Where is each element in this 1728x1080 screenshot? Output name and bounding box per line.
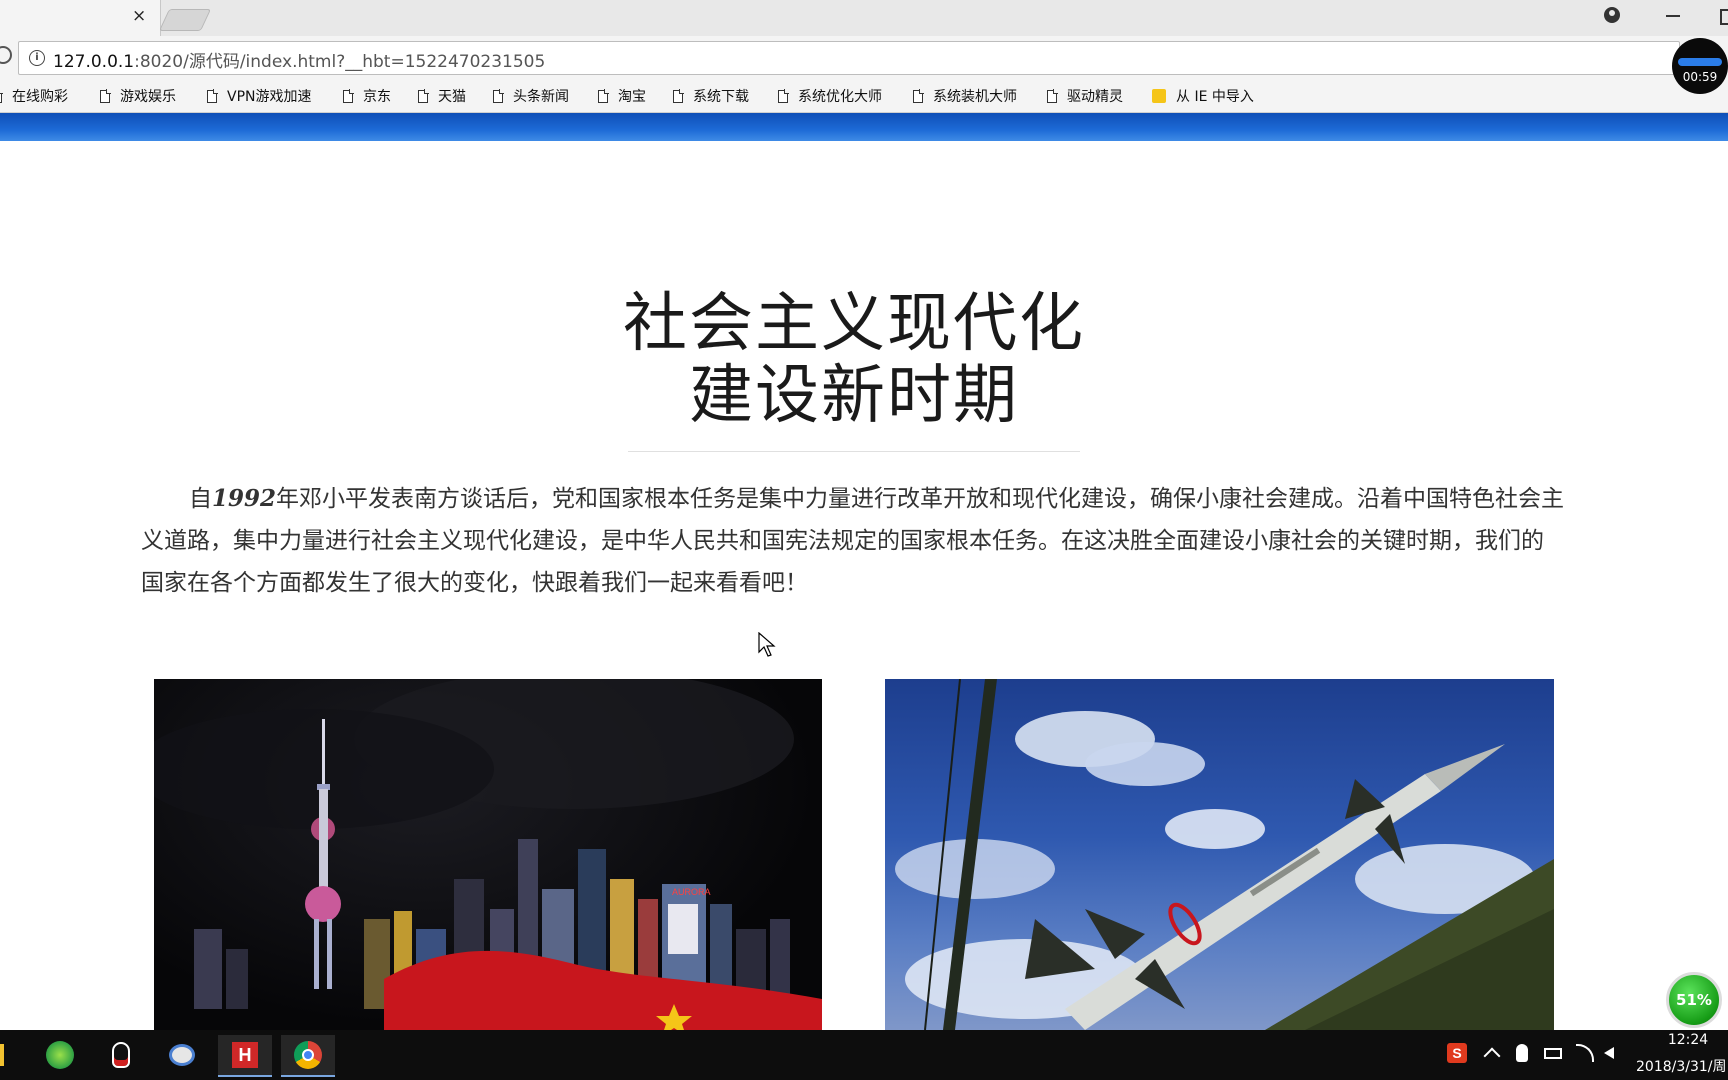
bookmark-item[interactable]: 京东 bbox=[343, 86, 391, 106]
page-icon bbox=[493, 88, 504, 103]
taskbar-clock-time[interactable]: 12:24 bbox=[1652, 1032, 1724, 1048]
battery-icon[interactable] bbox=[1544, 1048, 1562, 1059]
bookmark-item[interactable]: 系统装机大师 bbox=[913, 86, 1017, 106]
bookmark-label: 从 IE 中导入 bbox=[1176, 89, 1254, 105]
volume-icon[interactable] bbox=[1604, 1047, 1614, 1059]
intro-paragraph: 自1992年邓小平发表南方谈话后，党和国家根本任务是集中力量进行改革开放和现代化… bbox=[141, 478, 1566, 604]
tray-qq-icon[interactable] bbox=[1516, 1044, 1528, 1062]
speed-ball-widget[interactable]: 51% bbox=[1666, 972, 1722, 1028]
bookmark-label: 系统优化大师 bbox=[798, 89, 882, 105]
qq-penguin-icon bbox=[112, 1042, 130, 1068]
missile-illustration bbox=[895, 679, 1554, 1030]
address-bar[interactable]: i 127.0.0.1:8020/源代码/index.html?__hbt=15… bbox=[18, 41, 1680, 75]
browser-toolbar: i 127.0.0.1:8020/源代码/index.html?__hbt=15… bbox=[0, 36, 1728, 80]
title-divider bbox=[628, 451, 1080, 452]
page-icon bbox=[673, 88, 684, 103]
bookmarks-bar: 在线购彩 游戏娱乐 VPN游戏加速 京东 天猫 头条新闻 淘宝 系统下载 系统优… bbox=[0, 80, 1728, 113]
bookmark-item[interactable]: 淘宝 bbox=[598, 86, 646, 106]
taskbar-paint[interactable] bbox=[155, 1035, 209, 1077]
taskbar-explorer[interactable] bbox=[0, 1035, 24, 1077]
bookmark-label: 天猫 bbox=[438, 89, 466, 105]
reload-icon[interactable] bbox=[0, 46, 12, 64]
bookmark-label: 驱动精灵 bbox=[1067, 89, 1123, 105]
taskbar-clock-date[interactable]: 2018/3/31/周 bbox=[1636, 1056, 1728, 1076]
taskbar-qq[interactable] bbox=[94, 1035, 148, 1077]
page-icon bbox=[778, 88, 789, 103]
header-banner bbox=[0, 113, 1728, 141]
bookmark-item[interactable]: 在线购彩 bbox=[0, 86, 68, 106]
bookmark-item[interactable]: 天猫 bbox=[418, 86, 466, 106]
bookmark-label: 系统下载 bbox=[693, 89, 749, 105]
user-profile-icon[interactable] bbox=[1604, 7, 1620, 23]
bookmark-item[interactable]: VPN游戏加速 bbox=[207, 86, 312, 106]
bookmark-label: 在线购彩 bbox=[12, 89, 68, 105]
bookmark-item[interactable]: 从 IE 中导入 bbox=[1152, 86, 1254, 106]
bookmark-item[interactable]: 头条新闻 bbox=[493, 86, 569, 106]
page-icon bbox=[343, 88, 354, 103]
bookmark-label: 淘宝 bbox=[618, 89, 646, 105]
page-icon bbox=[1047, 88, 1058, 103]
mouse-cursor-icon bbox=[758, 632, 776, 657]
bookmark-label: 头条新闻 bbox=[513, 89, 569, 105]
page-title: 社会主义现代化 建设新时期 bbox=[0, 288, 1708, 432]
timer-text: 00:59 bbox=[1682, 70, 1718, 84]
page-icon bbox=[0, 88, 3, 103]
tab-strip: × bbox=[0, 0, 1728, 36]
page-icon bbox=[418, 88, 429, 103]
intro-body: 年邓小平发表南方谈话后，党和国家根本任务是集中力量进行改革开放和现代化建设，确保… bbox=[141, 486, 1565, 596]
bookmark-item[interactable]: 系统下载 bbox=[673, 86, 749, 106]
site-info-icon[interactable]: i bbox=[29, 50, 45, 66]
photo-missile-launcher[interactable] bbox=[885, 679, 1554, 1030]
chrome-icon bbox=[294, 1041, 322, 1069]
bookmark-item[interactable]: 系统优化大师 bbox=[778, 86, 882, 106]
maximize-icon[interactable] bbox=[1720, 9, 1728, 25]
browser-tab[interactable]: × bbox=[0, 0, 161, 36]
skyline-illustration bbox=[154, 679, 822, 1030]
recording-timer[interactable]: 00:59 bbox=[1672, 38, 1728, 94]
title-line-1: 社会主义现代化 bbox=[623, 287, 1085, 361]
hbuilder-icon: H bbox=[232, 1042, 258, 1068]
url-text[interactable]: 127.0.0.1:8020/源代码/index.html?__hbt=1522… bbox=[53, 47, 545, 72]
new-tab-button[interactable] bbox=[158, 9, 212, 31]
taskbar-hbuilder[interactable]: H bbox=[218, 1035, 272, 1077]
page-icon bbox=[207, 88, 218, 103]
url-host: 127.0.0.1 bbox=[53, 52, 135, 72]
title-line-2: 建设新时期 bbox=[689, 359, 1019, 433]
taskbar-ie[interactable] bbox=[33, 1035, 87, 1077]
taskbar-chrome[interactable] bbox=[281, 1035, 335, 1077]
bookmark-label: 系统装机大师 bbox=[933, 89, 1017, 105]
tab-close-icon[interactable]: × bbox=[132, 6, 146, 26]
building-sign-text: AURORA bbox=[672, 887, 711, 897]
palette-icon bbox=[169, 1044, 195, 1066]
bookmark-label: 游戏娱乐 bbox=[120, 89, 176, 105]
bookmark-item[interactable]: 驱动精灵 bbox=[1047, 86, 1123, 106]
bookmark-label: VPN游戏加速 bbox=[227, 89, 312, 105]
photo-shanghai-skyline[interactable]: AURORA bbox=[154, 679, 822, 1030]
timer-wave-icon bbox=[1678, 58, 1722, 66]
intro-year: 1992 bbox=[212, 485, 277, 512]
bookmark-label: 京东 bbox=[363, 89, 391, 105]
intro-prefix: 自 bbox=[189, 486, 212, 512]
file-explorer-icon bbox=[0, 1044, 4, 1066]
page-icon bbox=[913, 88, 924, 103]
folder-icon bbox=[1152, 89, 1166, 103]
taskbar: H bbox=[0, 1030, 1728, 1080]
url-path: :8020/源代码/index.html?__hbt=1522470231505 bbox=[134, 52, 546, 72]
page-icon bbox=[100, 88, 111, 103]
page-icon bbox=[598, 88, 609, 103]
minimize-icon[interactable] bbox=[1666, 15, 1680, 17]
bookmark-item[interactable]: 游戏娱乐 bbox=[100, 86, 176, 106]
browser-e-icon bbox=[46, 1041, 74, 1069]
speed-percent: 51% bbox=[1676, 991, 1712, 1009]
sogou-input-icon[interactable]: S bbox=[1447, 1043, 1467, 1063]
